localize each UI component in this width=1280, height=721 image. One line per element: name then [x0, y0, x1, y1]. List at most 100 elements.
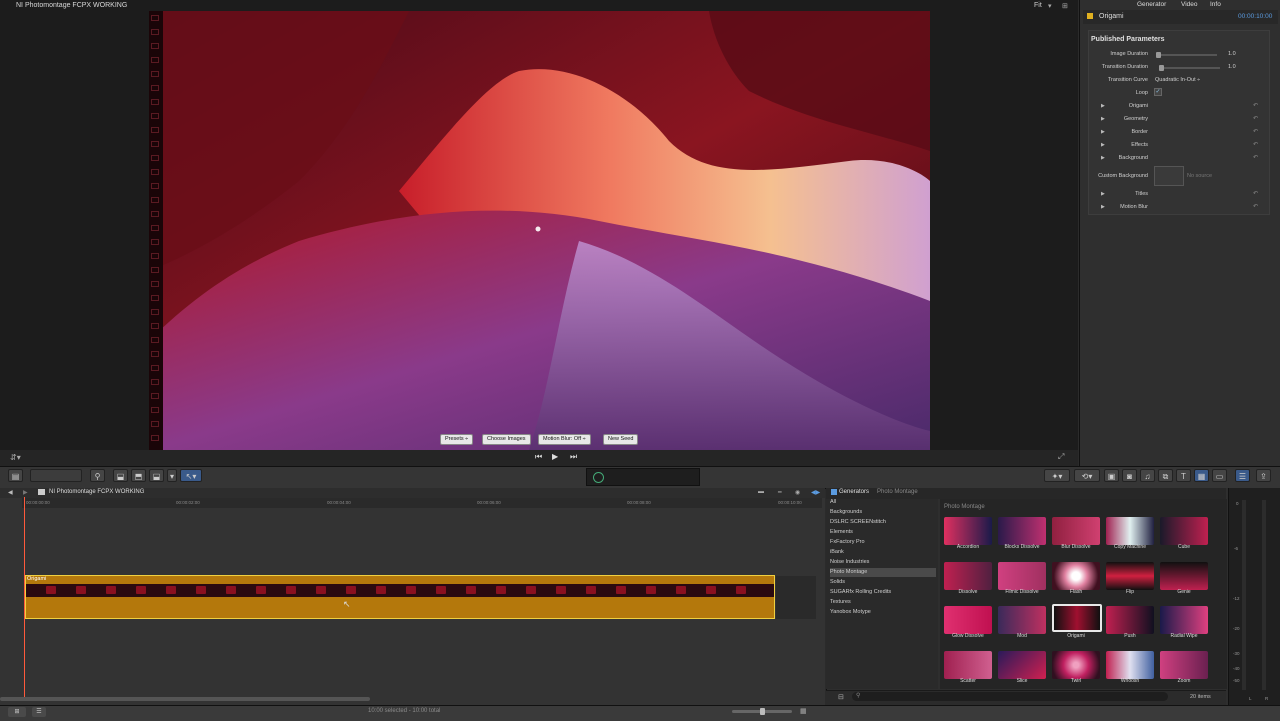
event-library-icon[interactable]: ▤: [8, 469, 23, 482]
solo-icon[interactable]: ◀▶: [811, 489, 820, 496]
zoom-slider-knob[interactable]: [760, 708, 765, 715]
timeline-scrollbar[interactable]: [0, 697, 370, 701]
tab-info[interactable]: Info: [1210, 1, 1221, 8]
category-item[interactable]: DSLRC SCREENstitch: [830, 518, 936, 527]
generator-label[interactable]: Scatter: [940, 678, 996, 684]
group-border[interactable]: Border: [1088, 129, 1148, 135]
keyword-icon[interactable]: ⚲: [90, 469, 105, 482]
group-titles[interactable]: Titles: [1088, 191, 1148, 197]
group-background[interactable]: Background: [1088, 155, 1148, 161]
thumbnail[interactable]: [1106, 562, 1154, 590]
sidebar-toggle-icon[interactable]: ⊟: [838, 693, 844, 701]
audio-skimming-icon[interactable]: ◉: [795, 489, 800, 496]
timeline-ruler[interactable]: [22, 498, 822, 508]
thumbnail[interactable]: [1160, 562, 1208, 590]
generator-label[interactable]: Zoom: [1156, 678, 1212, 684]
image-duration-value[interactable]: 1.0: [1228, 51, 1236, 57]
thumbnail[interactable]: [944, 562, 992, 590]
category-item[interactable]: Textures: [830, 598, 936, 607]
thumbnail[interactable]: [1106, 606, 1154, 634]
transitions-icon[interactable]: ⧉: [1158, 469, 1173, 482]
category-item[interactable]: FxFactory Pro: [830, 538, 936, 547]
reset-icon[interactable]: ↶: [1253, 141, 1258, 148]
generator-label[interactable]: Twirl: [1048, 678, 1104, 684]
previous-frame-icon[interactable]: ⏮: [535, 452, 542, 462]
back-icon[interactable]: ◀: [8, 489, 13, 496]
transition-curve-select[interactable]: Quadratic In-Out ÷: [1155, 77, 1200, 83]
list-view-icon[interactable]: ☰: [32, 707, 46, 717]
generator-label[interactable]: Push: [1102, 633, 1158, 639]
category-item-selected[interactable]: Photo Montage: [830, 568, 936, 577]
connect-icon[interactable]: ⬓: [113, 469, 128, 482]
generator-label[interactable]: Copy Machine: [1102, 544, 1158, 550]
thumbnail[interactable]: [944, 606, 992, 634]
generator-label[interactable]: Dissolve: [940, 589, 996, 595]
thumbnail[interactable]: [1106, 517, 1154, 545]
playhead[interactable]: [24, 497, 25, 697]
clip-appearance-icon[interactable]: ▬: [758, 489, 764, 495]
generator-label[interactable]: Blocks Dissolve: [994, 544, 1050, 550]
transition-duration-value[interactable]: 1.0: [1228, 64, 1236, 70]
timeline-clip[interactable]: [25, 575, 775, 619]
category-item[interactable]: Solids: [830, 578, 936, 587]
reset-icon[interactable]: ↶: [1253, 102, 1258, 109]
reset-icon[interactable]: ↶: [1253, 154, 1258, 161]
reset-icon[interactable]: ↶: [1253, 115, 1258, 122]
tab-generator[interactable]: Generator: [1137, 1, 1166, 8]
thumbnail-selected[interactable]: [1052, 604, 1102, 632]
view-options-icon[interactable]: ▦: [800, 707, 807, 715]
forward-icon[interactable]: ▶: [23, 489, 28, 496]
transition-duration-slider[interactable]: [1160, 67, 1220, 69]
reset-icon[interactable]: ↶: [1253, 203, 1258, 210]
next-frame-icon[interactable]: ⏭: [570, 452, 577, 462]
zoom-slider-icon[interactable]: ━: [778, 489, 782, 496]
tab-video[interactable]: Video: [1181, 1, 1198, 8]
category-item[interactable]: Elements: [830, 528, 936, 537]
group-origami[interactable]: Origami: [1088, 103, 1148, 109]
inspector-toggle-icon[interactable]: ☰: [1235, 469, 1250, 482]
group-geometry[interactable]: Geometry: [1088, 116, 1148, 122]
generator-label[interactable]: Flash: [1048, 589, 1104, 595]
select-tool-icon[interactable]: ↖▾: [180, 469, 202, 482]
new-seed-button[interactable]: New Seed: [603, 434, 639, 445]
edit-mode-menu-icon[interactable]: ▾: [167, 469, 177, 482]
generator-label[interactable]: Glow Dissolve: [940, 633, 996, 639]
thumbnail[interactable]: [944, 651, 992, 679]
timecode-display[interactable]: [586, 468, 700, 486]
category-item[interactable]: Noise Industries: [830, 558, 936, 567]
thumbnail[interactable]: [1160, 651, 1208, 679]
viewer-settings-icon[interactable]: ⇵▾: [10, 453, 21, 462]
thumbnail[interactable]: [1106, 651, 1154, 679]
loop-checkbox[interactable]: ✓: [1154, 88, 1162, 96]
play-icon[interactable]: ▶: [552, 452, 558, 461]
thumbnail[interactable]: [1052, 517, 1100, 545]
reset-icon[interactable]: ↶: [1253, 128, 1258, 135]
preview-canvas[interactable]: [149, 11, 930, 450]
generator-label[interactable]: Slice: [994, 678, 1050, 684]
thumbnail[interactable]: [1052, 562, 1100, 590]
category-item[interactable]: SUGARfx Rolling Credits: [830, 588, 936, 597]
generator-label[interactable]: Radial Wipe: [1156, 633, 1212, 639]
category-item[interactable]: Yanobox Motype: [830, 608, 936, 617]
zoom-select[interactable]: Fit: [1034, 2, 1042, 9]
fullscreen-icon[interactable]: ⤢: [1058, 452, 1064, 462]
photos-browser-icon[interactable]: ◙: [1122, 469, 1137, 482]
generator-label[interactable]: Mod: [994, 633, 1050, 639]
thumbnail[interactable]: [998, 651, 1046, 679]
search-input[interactable]: ⚲: [852, 692, 1168, 701]
group-effects[interactable]: Effects: [1088, 142, 1148, 148]
import-group-button[interactable]: [30, 469, 82, 482]
generator-label[interactable]: Genie: [1156, 589, 1212, 595]
thumbnail[interactable]: [998, 562, 1046, 590]
category-item[interactable]: iBank: [830, 548, 936, 557]
viewer-options-icon[interactable]: ▾: [1048, 2, 1052, 10]
music-browser-icon[interactable]: ♫: [1140, 469, 1155, 482]
effects-browser-icon[interactable]: ▣: [1104, 469, 1119, 482]
generator-label[interactable]: Filmic Dissolve: [994, 589, 1050, 595]
generators-icon[interactable]: ▦: [1194, 469, 1209, 482]
reset-icon[interactable]: ↶: [1253, 190, 1258, 197]
titles-icon[interactable]: T: [1176, 469, 1191, 482]
image-duration-knob[interactable]: [1156, 52, 1161, 58]
thumbnail[interactable]: [944, 517, 992, 545]
generator-label[interactable]: Flip: [1102, 589, 1158, 595]
